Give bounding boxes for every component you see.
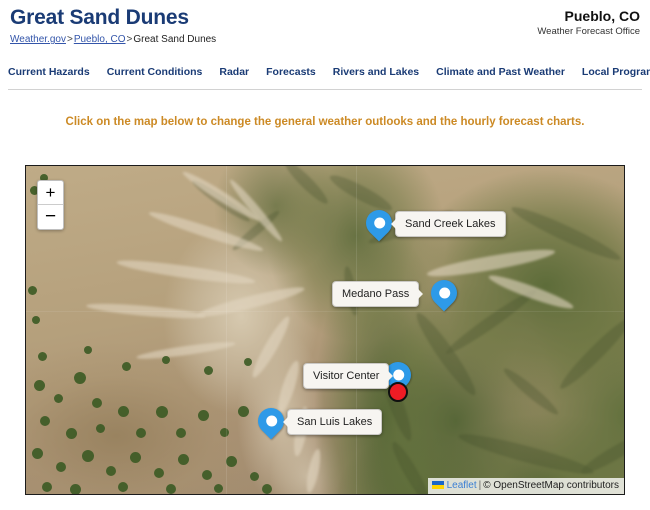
main-navigation: Current Hazards Current Conditions Radar Fo… xyxy=(8,62,650,90)
ukraine-flag-icon xyxy=(431,481,444,489)
map-marker-medano-pass[interactable] xyxy=(425,274,463,316)
map-tile-canvas[interactable]: + − Sand Creek Lakes Medano Pass Visitor… xyxy=(26,166,624,494)
office-block: Pueblo, CO Weather Forecast Office xyxy=(537,8,640,38)
tile-seam-vertical-1 xyxy=(226,166,227,494)
nav-item-rivers-and-lakes[interactable]: Rivers and Lakes xyxy=(333,66,419,79)
map-label-sand-creek-lakes[interactable]: Sand Creek Lakes xyxy=(391,211,506,237)
map-pin-icon[interactable] xyxy=(425,274,463,312)
breadcrumb-link-pueblo-co[interactable]: Pueblo, CO xyxy=(74,34,126,45)
osm-attribution-text: © OpenStreetMap contributors xyxy=(483,480,619,491)
leaflet-map[interactable]: + − Sand Creek Lakes Medano Pass Visitor… xyxy=(25,165,625,495)
nav-item-current-conditions[interactable]: Current Conditions xyxy=(107,66,203,79)
breadcrumb-link-weather-gov[interactable]: Weather.gov xyxy=(10,34,66,45)
breadcrumb-current: Great Sand Dunes xyxy=(133,34,217,45)
tile-seam-horizontal-1 xyxy=(26,311,624,312)
leaflet-link[interactable]: Leaflet xyxy=(447,480,477,491)
nav-item-radar[interactable]: Radar xyxy=(219,66,249,79)
zoom-out-button[interactable]: − xyxy=(38,205,63,229)
zoom-in-button[interactable]: + xyxy=(38,181,63,205)
selected-location-marker[interactable] xyxy=(388,382,408,402)
nav-item-forecasts[interactable]: Forecasts xyxy=(266,66,316,79)
nav-item-current-hazards[interactable]: Current Hazards xyxy=(8,66,90,79)
nav-item-local-programs[interactable]: Local Programs xyxy=(582,66,650,79)
map-attribution: Leaflet | © OpenStreetMap contributors xyxy=(427,478,624,494)
office-subtitle: Weather Forecast Office xyxy=(537,26,640,37)
nav-item-climate-past-weather[interactable]: Climate and Past Weather xyxy=(436,66,565,79)
tile-seam-vertical-2 xyxy=(356,166,357,494)
map-instruction-text: Click on the map below to change the gen… xyxy=(65,116,585,128)
map-label-san-luis-lakes[interactable]: San Luis Lakes xyxy=(282,409,383,435)
office-name: Pueblo, CO xyxy=(564,8,640,24)
map-label-visitor-center[interactable]: Visitor Center xyxy=(303,363,394,389)
page-header: Great Sand Dunes Weather.gov>Pueblo, CO>… xyxy=(0,0,650,52)
map-label-medano-pass[interactable]: Medano Pass xyxy=(332,281,424,307)
irrigation-fields xyxy=(26,166,326,494)
breadcrumb-separator-1: > xyxy=(66,34,73,45)
page-root: Great Sand Dunes Weather.gov>Pueblo, CO>… xyxy=(0,0,650,510)
map-zoom-control[interactable]: + − xyxy=(37,180,64,230)
